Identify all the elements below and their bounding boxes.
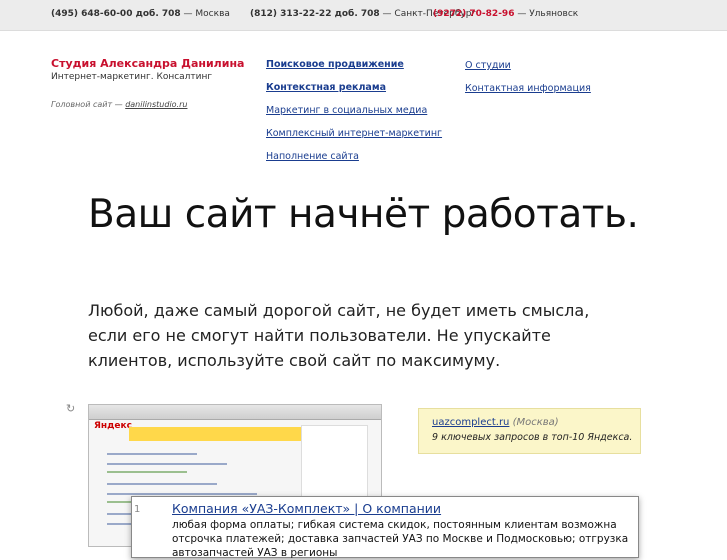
search-result-popup: 1 Компания «УАЗ-Комплект» | О компании л… (131, 496, 639, 559)
hero-title: Ваш сайт начнёт работать. (88, 192, 639, 237)
nav-about[interactable]: О студии (465, 60, 591, 83)
nav-content[interactable]: Наполнение сайта (266, 151, 442, 174)
case-city: (Москва) (512, 417, 559, 428)
main-site-link[interactable]: danilinstudio.ru (125, 100, 187, 109)
result-snippet: любая форма оплаты; гибкая система скидо… (172, 519, 629, 559)
case-caption: uazcomplect.ru (Москва) 9 ключевых запро… (418, 408, 641, 454)
about-nav: О студии Контактная информация (465, 60, 591, 106)
refresh-icon[interactable]: ↻ (66, 402, 75, 415)
case-description: 9 ключевых запросов в топ-10 Яндекса. (432, 432, 633, 443)
result-title-link[interactable]: Компания «УАЗ-Комплект» | О компании (172, 501, 441, 516)
case-site-link[interactable]: uazcomplect.ru (432, 417, 509, 428)
main-site-note: Головной сайт — danilinstudio.ru (51, 100, 188, 109)
nav-smm[interactable]: Маркетинг в социальных медиа (266, 105, 442, 128)
contacts-bar: (495) 648-60-00 доб. 708 — Москва (812) … (0, 0, 727, 31)
yandex-logo: Яндекс (94, 421, 132, 431)
studio-tagline: Интернет-маркетинг. Консалтинг (51, 72, 213, 82)
result-number: 1 (134, 504, 141, 515)
studio-name[interactable]: Студия Александра Данилина (51, 57, 244, 70)
search-bar-image (129, 427, 309, 441)
nav-context-ads[interactable]: Контекстная реклама (266, 82, 442, 105)
nav-seo[interactable]: Поисковое продвижение (266, 59, 442, 82)
services-nav: Поисковое продвижение Контекстная реклам… (266, 59, 442, 174)
browser-chrome (89, 405, 381, 420)
phone-moscow: (495) 648-60-00 доб. 708 — Москва (51, 9, 230, 19)
hero-text: Любой, даже самый дорогой сайт, не будет… (88, 301, 590, 370)
nav-complex-marketing[interactable]: Комплексный интернет-маркетинг (266, 128, 442, 151)
nav-contacts[interactable]: Контактная информация (465, 83, 591, 106)
phone-ulyanovsk: (9272) 70-82-96 — Ульяновск (433, 9, 579, 19)
